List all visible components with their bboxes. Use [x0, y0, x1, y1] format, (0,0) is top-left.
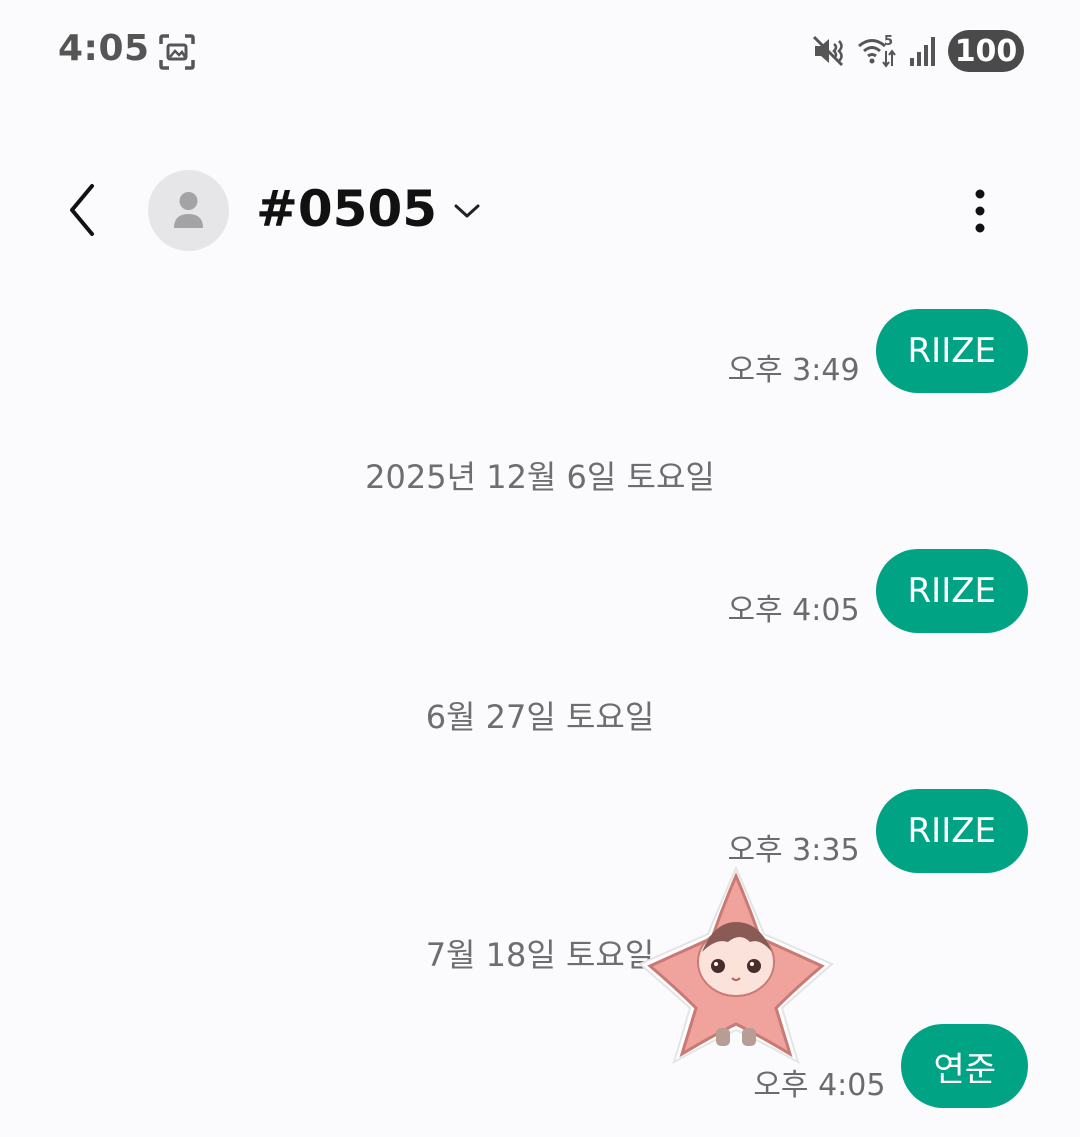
date-separator: 7월 18일 토요일 — [425, 936, 655, 974]
starfish-character-sticker — [632, 860, 842, 1070]
avatar[interactable] — [148, 170, 229, 251]
wifi-5ghz-icon: 5 — [856, 33, 898, 69]
signal-icon — [908, 33, 938, 69]
conversation-header: #0505 — [0, 168, 1080, 252]
more-options-button[interactable] — [960, 186, 1000, 236]
message-row: 오후 3:49 RIIZE — [727, 309, 1028, 393]
status-icons: 5 100 — [810, 28, 1024, 74]
status-time: 4:05 — [58, 28, 150, 69]
battery-icon: 100 — [948, 30, 1024, 72]
date-separator: 6월 27일 토요일 — [425, 698, 655, 736]
status-bar: 4:05 5 100 — [0, 0, 1080, 100]
screenshot-icon — [158, 33, 196, 71]
person-avatar-icon — [174, 192, 203, 228]
back-arrow-icon — [70, 184, 94, 236]
more-vertical-icon — [975, 189, 985, 233]
message-bubble[interactable]: 연준 — [901, 1024, 1028, 1108]
mute-vibrate-icon — [810, 33, 846, 69]
battery-level: 100 — [954, 33, 1018, 69]
contact-name[interactable]: #0505 — [256, 180, 437, 238]
date-separator: 2025년 12월 6일 토요일 — [365, 458, 715, 496]
back-button[interactable] — [60, 182, 108, 238]
message-time: 오후 4:05 — [727, 593, 860, 628]
messages-screen: 4:05 5 100 #0505 오후 3:49 RIIZE 2025년 12월… — [0, 0, 1080, 1137]
svg-text:5: 5 — [884, 34, 893, 49]
message-bubble[interactable]: RIIZE — [875, 309, 1028, 393]
message-bubble[interactable]: RIIZE — [875, 549, 1028, 633]
chevron-down-icon[interactable] — [452, 198, 482, 222]
message-bubble[interactable]: RIIZE — [875, 789, 1028, 873]
message-row: 오후 4:05 RIIZE — [727, 549, 1028, 633]
message-time: 오후 3:49 — [727, 353, 860, 388]
